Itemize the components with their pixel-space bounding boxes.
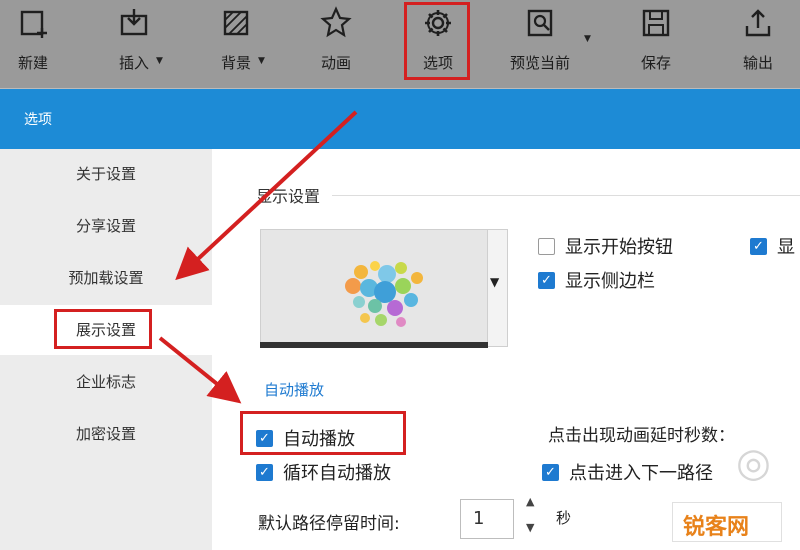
loop-auto-play-label: 循环自动播放 (283, 463, 391, 484)
sidebar-item-about[interactable]: 关于设置 (0, 149, 212, 199)
preview-icon (527, 9, 553, 37)
export-label: 输出 (742, 54, 773, 72)
dialog-titlebar: 选项 (0, 89, 800, 149)
sidebar-item-share[interactable]: 分享设置 (0, 201, 212, 251)
section-divider (332, 195, 800, 196)
checkbox-checked-box[interactable]: ✓ (256, 463, 273, 481)
sidebar-item-encrypt[interactable]: 加密设置 (0, 409, 212, 459)
show-sidebar-label: 显示侧边栏 (565, 271, 655, 292)
insert-label: 插入 (118, 54, 149, 72)
insert-caret-icon: ▼ (156, 56, 163, 66)
checkbox-box[interactable] (538, 237, 555, 255)
save-button[interactable]: 保存 (626, 0, 686, 82)
click-next-path-label: 点击进入下一路径 (569, 463, 713, 484)
spin-down-icon[interactable]: ▼ (526, 521, 534, 534)
options-sidebar: 关于设置 分享设置 预加载设置 展示设置 企业标志 加密设置 (0, 149, 212, 550)
sidebar-item-preload[interactable]: 预加载设置 (0, 253, 212, 303)
animation-button[interactable]: 动画 (308, 0, 364, 82)
save-disk-icon (642, 9, 670, 37)
new-page-icon (20, 10, 47, 38)
options-highlight-box (404, 2, 470, 80)
loop-auto-play-checkbox[interactable]: ✓ 循环自动播放 (256, 459, 391, 485)
checkbox-checked-box[interactable]: ✓ (538, 271, 555, 289)
preview-caret-icon: ▼ (584, 34, 591, 44)
dwell-time-input[interactable]: 1 (460, 499, 514, 539)
background-button[interactable]: 背景 ▼ (206, 0, 266, 82)
spin-up-icon[interactable]: ▲ (526, 495, 534, 508)
display-section-title: 显示设置 (256, 187, 321, 206)
sidebar-item-logo[interactable]: 企业标志 (0, 357, 212, 407)
watermark-logo: 锐客网 (672, 502, 782, 542)
theme-preview[interactable] (260, 229, 488, 347)
dwell-unit-label: 秒 (556, 509, 572, 527)
new-button[interactable]: 新建 (6, 0, 60, 82)
show-partial-label: 显 (777, 237, 795, 258)
bubbles-illustration (345, 261, 423, 327)
click-delay-label: 点击出现动画延时秒数： (548, 426, 735, 446)
background-caret-icon: ▼ (258, 56, 265, 66)
preview-current-button[interactable]: 预览当前 ▼ (500, 0, 591, 82)
show-start-button-label: 显示开始按钮 (565, 237, 673, 258)
autoplay-section-title: 自动播放 (264, 381, 325, 399)
background-icon (223, 10, 249, 36)
show-partial-checkbox[interactable]: ✓ 显 (750, 233, 795, 259)
toolbar: 新建 插入 ▼ 背景 ▼ 动画 选项 预览当前 ▼ 保存 输出 (0, 0, 800, 88)
preview-current-label: 预览当前 (509, 54, 570, 72)
settings-content: 显示设置 ▼ 显示开始按钮 ✓ 显 ✓ 显示侧边栏 自动播放 ✓ 自动播放 ✓ … (212, 149, 800, 550)
watermark-text: 锐客网 (683, 515, 750, 540)
options-dialog: 选项 关于设置 分享设置 预加载设置 展示设置 企业标志 加密设置 显示设置 ▼… (0, 88, 800, 550)
new-label: 新建 (17, 54, 48, 72)
click-next-path-checkbox[interactable]: ✓ 点击进入下一路径 (542, 459, 713, 485)
autoplay-highlight-box (240, 411, 406, 455)
checkbox-checked-box[interactable]: ✓ (750, 237, 767, 255)
export-button[interactable]: 输出 (728, 0, 788, 82)
display-highlight-box (54, 309, 152, 349)
insert-button[interactable]: 插入 ▼ (104, 0, 164, 82)
export-upload-icon (745, 9, 771, 37)
insert-icon (120, 9, 148, 36)
show-start-button-checkbox[interactable]: 显示开始按钮 (538, 233, 673, 259)
checkbox-checked-box[interactable]: ✓ (542, 463, 559, 481)
preview-dropdown-icon[interactable]: ▼ (490, 275, 499, 289)
save-label: 保存 (640, 54, 671, 72)
watermark-glyph-icon: ◎ (736, 440, 771, 486)
animation-star-icon (320, 6, 352, 38)
preview-footer-bar (260, 342, 488, 348)
show-sidebar-checkbox[interactable]: ✓ 显示侧边栏 (538, 267, 655, 293)
dialog-title: 选项 (24, 112, 52, 128)
animation-label: 动画 (320, 54, 351, 72)
dwell-time-label: 默认路径停留时间: (258, 514, 400, 534)
background-label: 背景 (220, 54, 251, 72)
